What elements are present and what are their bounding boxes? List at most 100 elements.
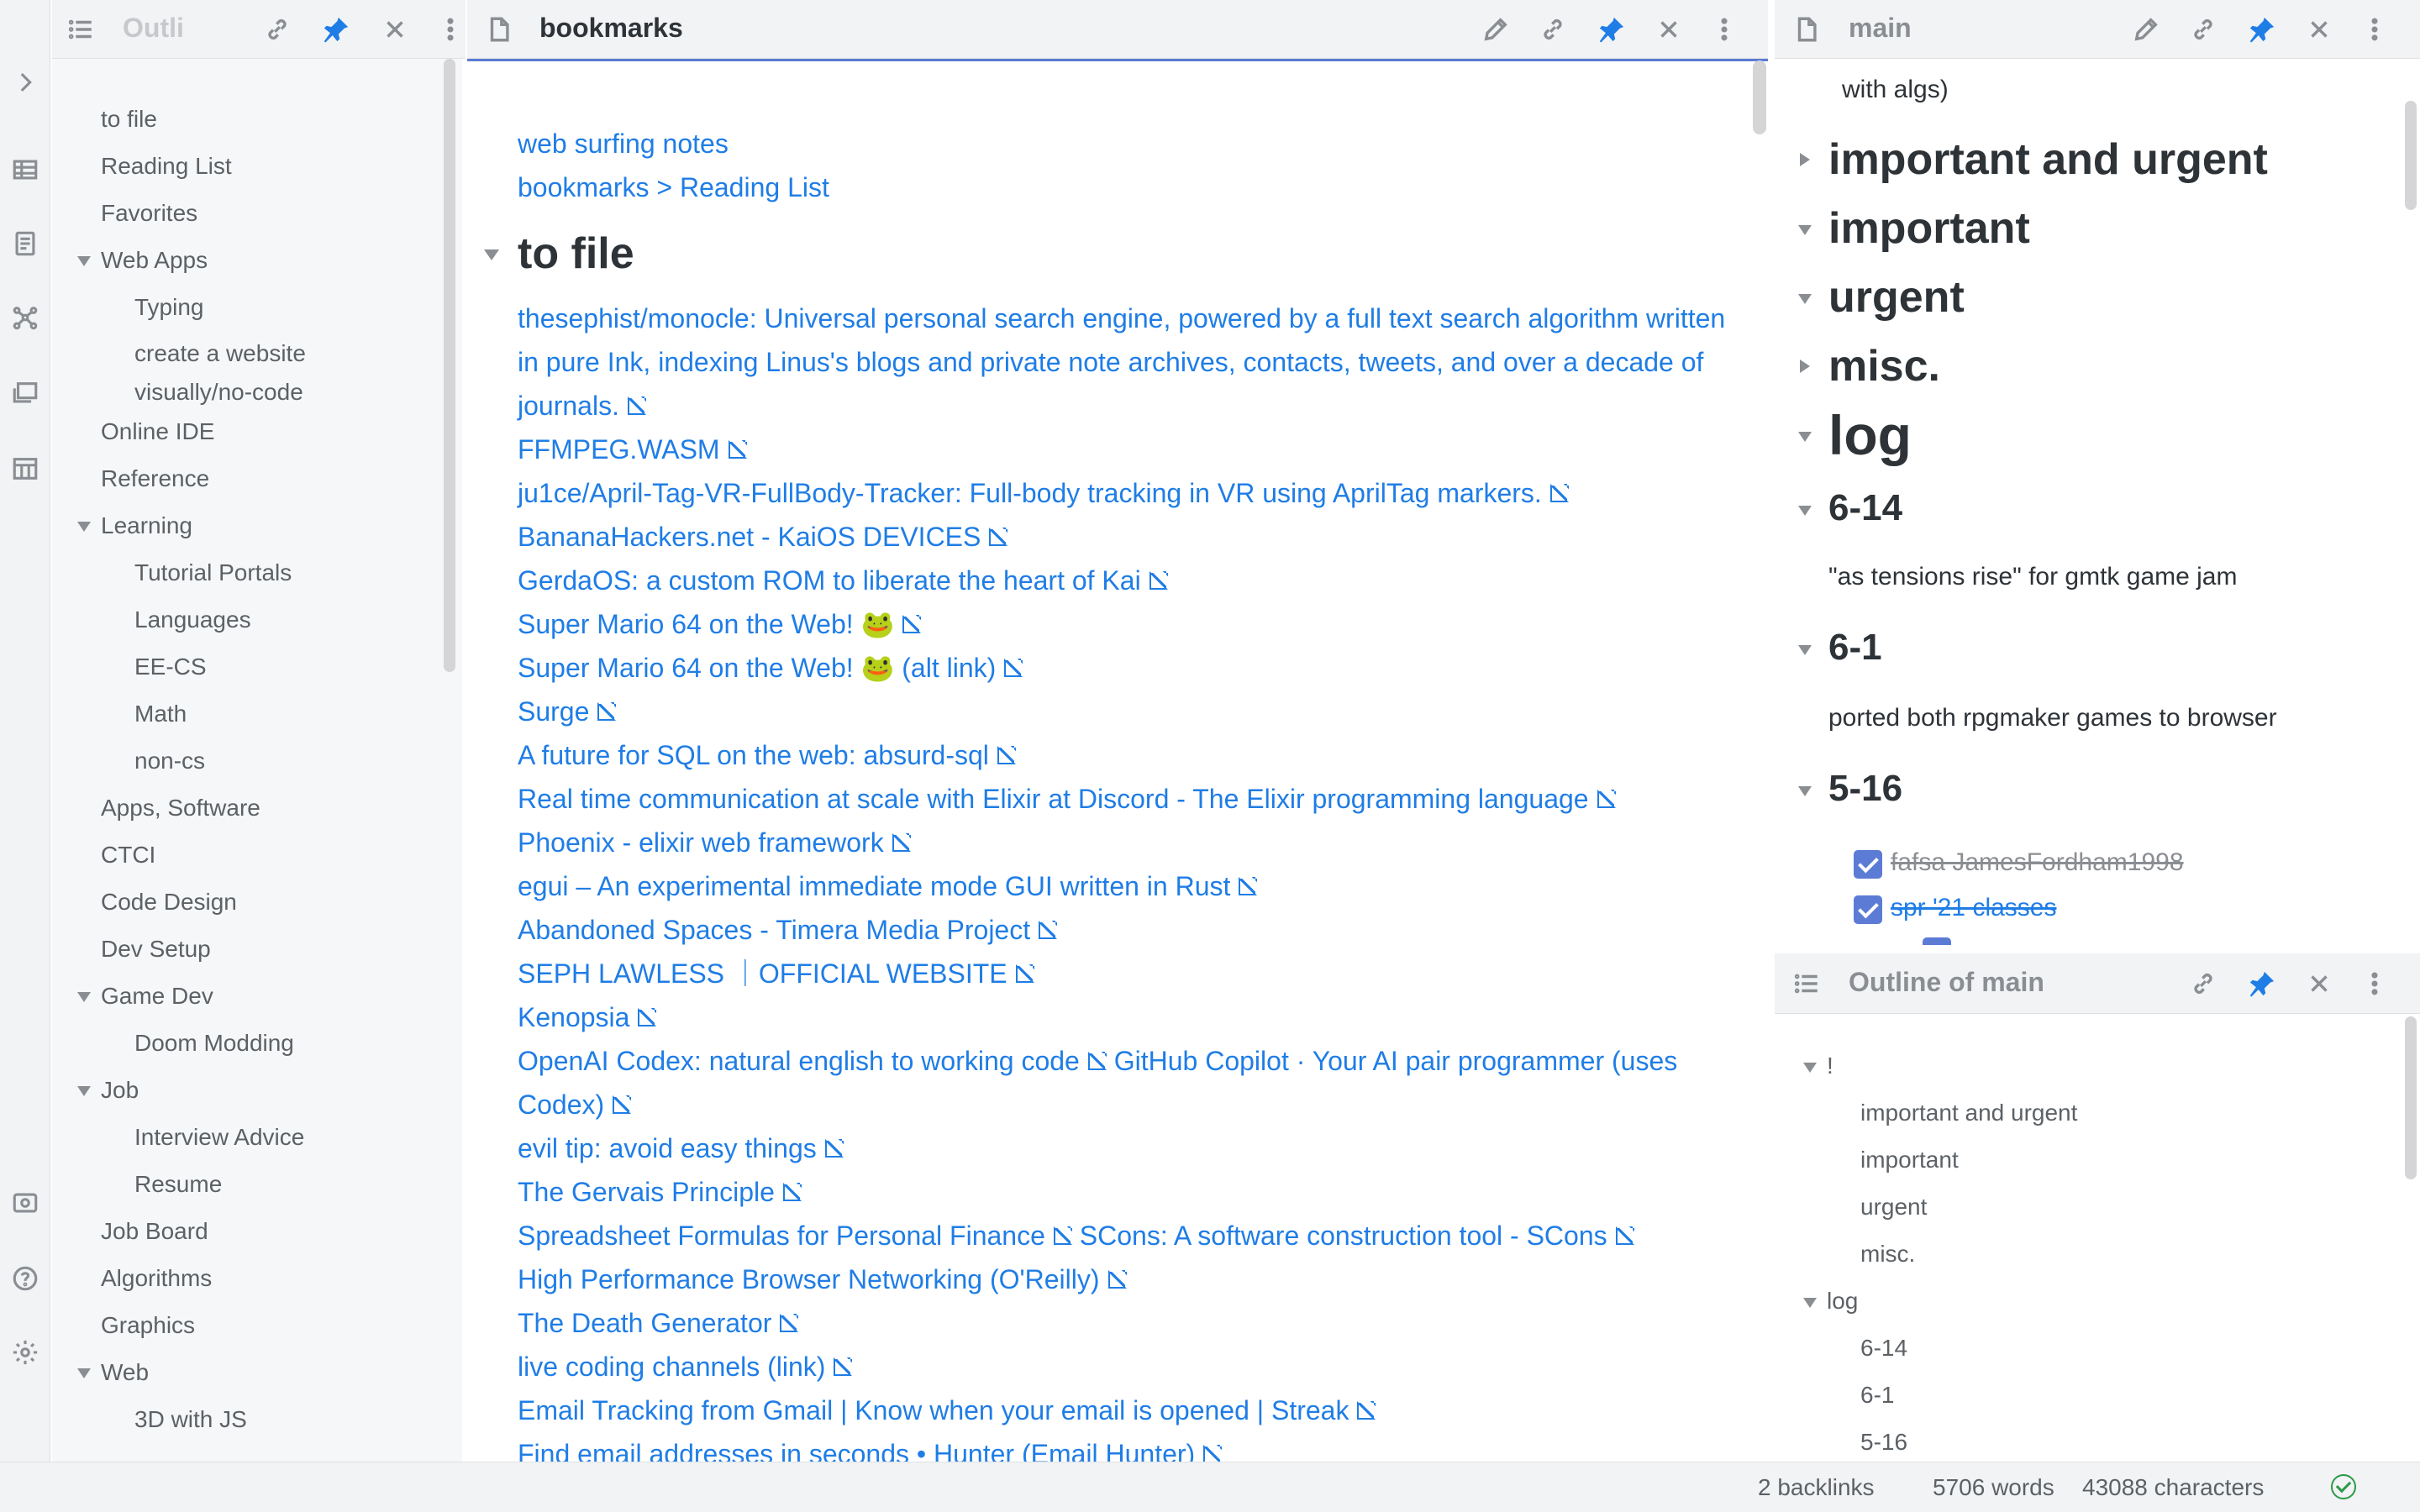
outline-item[interactable]: Math — [52, 694, 462, 741]
outline-item[interactable]: Interview Advice — [52, 1117, 462, 1164]
external-link[interactable]: egui – An experimental immediate mode GU… — [518, 871, 1257, 901]
collapse-chevron-icon[interactable] — [77, 1368, 91, 1378]
outline-item[interactable]: Favorites — [52, 193, 462, 240]
external-link[interactable]: live coding channels (link) — [518, 1352, 852, 1382]
outline-item[interactable]: Reading List — [52, 146, 462, 193]
external-link[interactable]: Find email addresses in seconds • Hunter… — [518, 1439, 1222, 1462]
external-link[interactable]: BananaHackers.net - KaiOS DEVICES — [518, 522, 1007, 552]
outline-item[interactable]: Code Design — [52, 882, 462, 929]
outline-item[interactable]: 3D with JS — [52, 1399, 462, 1446]
external-link[interactable]: Kenopsia — [518, 1002, 656, 1032]
outline-item[interactable]: CTCI — [52, 835, 462, 882]
outline-item[interactable]: Online IDE — [52, 412, 462, 459]
link-pane-icon[interactable] — [2188, 14, 2218, 45]
collapse-chevron-icon[interactable] — [1798, 294, 1812, 304]
outline-item[interactable]: Web Apps — [52, 240, 462, 287]
link-pane-icon[interactable] — [2188, 969, 2218, 999]
outline-item[interactable]: Languages — [52, 600, 462, 647]
outline-item[interactable]: ! — [1803, 1053, 1833, 1079]
backlinks-count[interactable]: 2 backlinks — [1758, 1474, 1875, 1501]
document-list-icon[interactable] — [10, 228, 40, 259]
close-pane-icon[interactable] — [380, 14, 410, 45]
collapse-chevron-icon[interactable] — [1798, 506, 1812, 516]
more-options-icon[interactable] — [1709, 14, 1739, 45]
pin-icon[interactable] — [321, 14, 351, 45]
more-options-icon[interactable] — [2360, 14, 2390, 45]
main-note-title[interactable]: main — [1849, 13, 1912, 44]
external-link[interactable]: OpenAI Codex: natural english to working… — [518, 1046, 1107, 1076]
external-link[interactable]: Email Tracking from Gmail | Know when yo… — [518, 1395, 1376, 1425]
external-link[interactable]: High Performance Browser Networking (O'R… — [518, 1264, 1127, 1294]
outline-item[interactable]: Reference — [52, 459, 462, 506]
edit-pencil-icon[interactable] — [2131, 14, 2161, 45]
outline-item[interactable]: 6-14 — [1860, 1335, 1907, 1362]
external-link[interactable]: The Death Generator — [518, 1308, 798, 1338]
outline-item[interactable]: Game Dev — [52, 976, 462, 1023]
checked-checkbox[interactable] — [1854, 850, 1882, 879]
outline-item[interactable]: Learning — [52, 506, 462, 553]
external-link[interactable]: evil tip: avoid easy things — [518, 1133, 844, 1163]
collapse-chevron-icon[interactable] — [1798, 645, 1812, 655]
pin-icon[interactable] — [1597, 14, 1627, 45]
close-pane-icon[interactable] — [2304, 14, 2334, 45]
outline-item[interactable]: create a website visually/no-code — [52, 334, 355, 412]
outline-item[interactable]: Graphics — [52, 1305, 462, 1352]
external-link[interactable]: Super Mario 64 on the Web! 🐸 (alt link) — [518, 653, 1023, 683]
pin-icon[interactable] — [2247, 969, 2277, 999]
checked-checkbox[interactable] — [1854, 895, 1882, 924]
collapse-chevron-icon[interactable] — [1798, 432, 1812, 442]
outline-item[interactable]: log — [1803, 1288, 1858, 1315]
help-icon[interactable] — [10, 1263, 40, 1294]
todo-item[interactable]: fafsa JamesFordham1998 — [1854, 848, 2184, 879]
main-pane-scrollbar[interactable] — [2405, 101, 2417, 210]
settings-gear-icon[interactable] — [10, 1337, 40, 1368]
outline-item[interactable]: to file — [52, 99, 462, 146]
outline-item[interactable]: Tutorial Portals — [52, 553, 462, 600]
outline-item[interactable]: Resume — [52, 1164, 462, 1211]
outline-pane-title[interactable]: Outline of main — [1849, 967, 2044, 998]
close-pane-icon[interactable] — [1654, 14, 1684, 45]
outline-item[interactable]: Apps, Software — [52, 788, 462, 835]
collapse-chevron-icon[interactable] — [77, 992, 91, 1002]
external-link[interactable]: Super Mario 64 on the Web! 🐸 — [518, 609, 921, 639]
external-link[interactable]: Real time communication at scale with El… — [518, 784, 1616, 814]
sync-status-icon[interactable] — [2331, 1474, 2356, 1499]
note-title[interactable]: bookmarks — [539, 13, 683, 44]
outline-item[interactable]: Algorithms — [52, 1258, 462, 1305]
collapse-chevron-icon[interactable] — [1798, 786, 1812, 796]
graph-view-icon[interactable] — [10, 302, 40, 333]
link-pane-icon[interactable] — [262, 14, 292, 45]
collapse-chevron-icon[interactable] — [1798, 225, 1812, 235]
left-pane-title[interactable]: Outli — [123, 13, 249, 44]
more-options-icon[interactable] — [2360, 969, 2390, 999]
outline-item[interactable]: Job — [52, 1070, 462, 1117]
external-link[interactable]: thesephist/monocle: Universal personal s… — [518, 303, 1725, 421]
collapse-chevron-icon[interactable] — [77, 1086, 91, 1096]
collapse-chevron-icon[interactable] — [1803, 1298, 1817, 1308]
external-link[interactable]: Spreadsheet Formulas for Personal Financ… — [518, 1221, 1072, 1251]
external-link[interactable]: SCons: A software construction tool - SC… — [1080, 1221, 1634, 1251]
internal-link[interactable]: bookmarks > Reading List — [518, 165, 1728, 209]
outline-pane-scrollbar[interactable] — [2405, 1016, 2417, 1179]
external-link[interactable]: Surge — [518, 696, 616, 727]
center-scrollbar[interactable] — [1753, 60, 1766, 134]
outline-item[interactable]: misc. — [1860, 1241, 1915, 1268]
link-pane-icon[interactable] — [1538, 14, 1568, 45]
collapse-chevron-icon[interactable] — [484, 249, 499, 260]
vault-icon[interactable] — [10, 1188, 40, 1218]
outline-item[interactable]: Typing — [52, 287, 462, 334]
external-link[interactable]: Abandoned Spaces - Timera Media Project — [518, 915, 1057, 945]
collapse-chevron-icon[interactable] — [77, 256, 91, 266]
collapse-chevron-icon[interactable] — [77, 522, 91, 532]
outline-item[interactable]: important — [1860, 1147, 1959, 1173]
external-link[interactable]: Phoenix - elixir web framework — [518, 827, 911, 858]
collapse-chevron-icon[interactable] — [1803, 1063, 1817, 1073]
external-link[interactable]: GerdaOS: a custom ROM to liberate the he… — [518, 565, 1168, 596]
outline-item[interactable]: urgent — [1860, 1194, 1927, 1221]
close-pane-icon[interactable] — [2304, 969, 2334, 999]
expand-chevron-icon[interactable] — [1800, 360, 1810, 373]
external-link[interactable]: The Gervais Principle — [518, 1177, 802, 1207]
outline-item[interactable]: Doom Modding — [52, 1023, 462, 1070]
outline-item[interactable]: important and urgent — [1860, 1100, 2077, 1126]
expand-chevron-icon[interactable] — [1800, 153, 1810, 166]
